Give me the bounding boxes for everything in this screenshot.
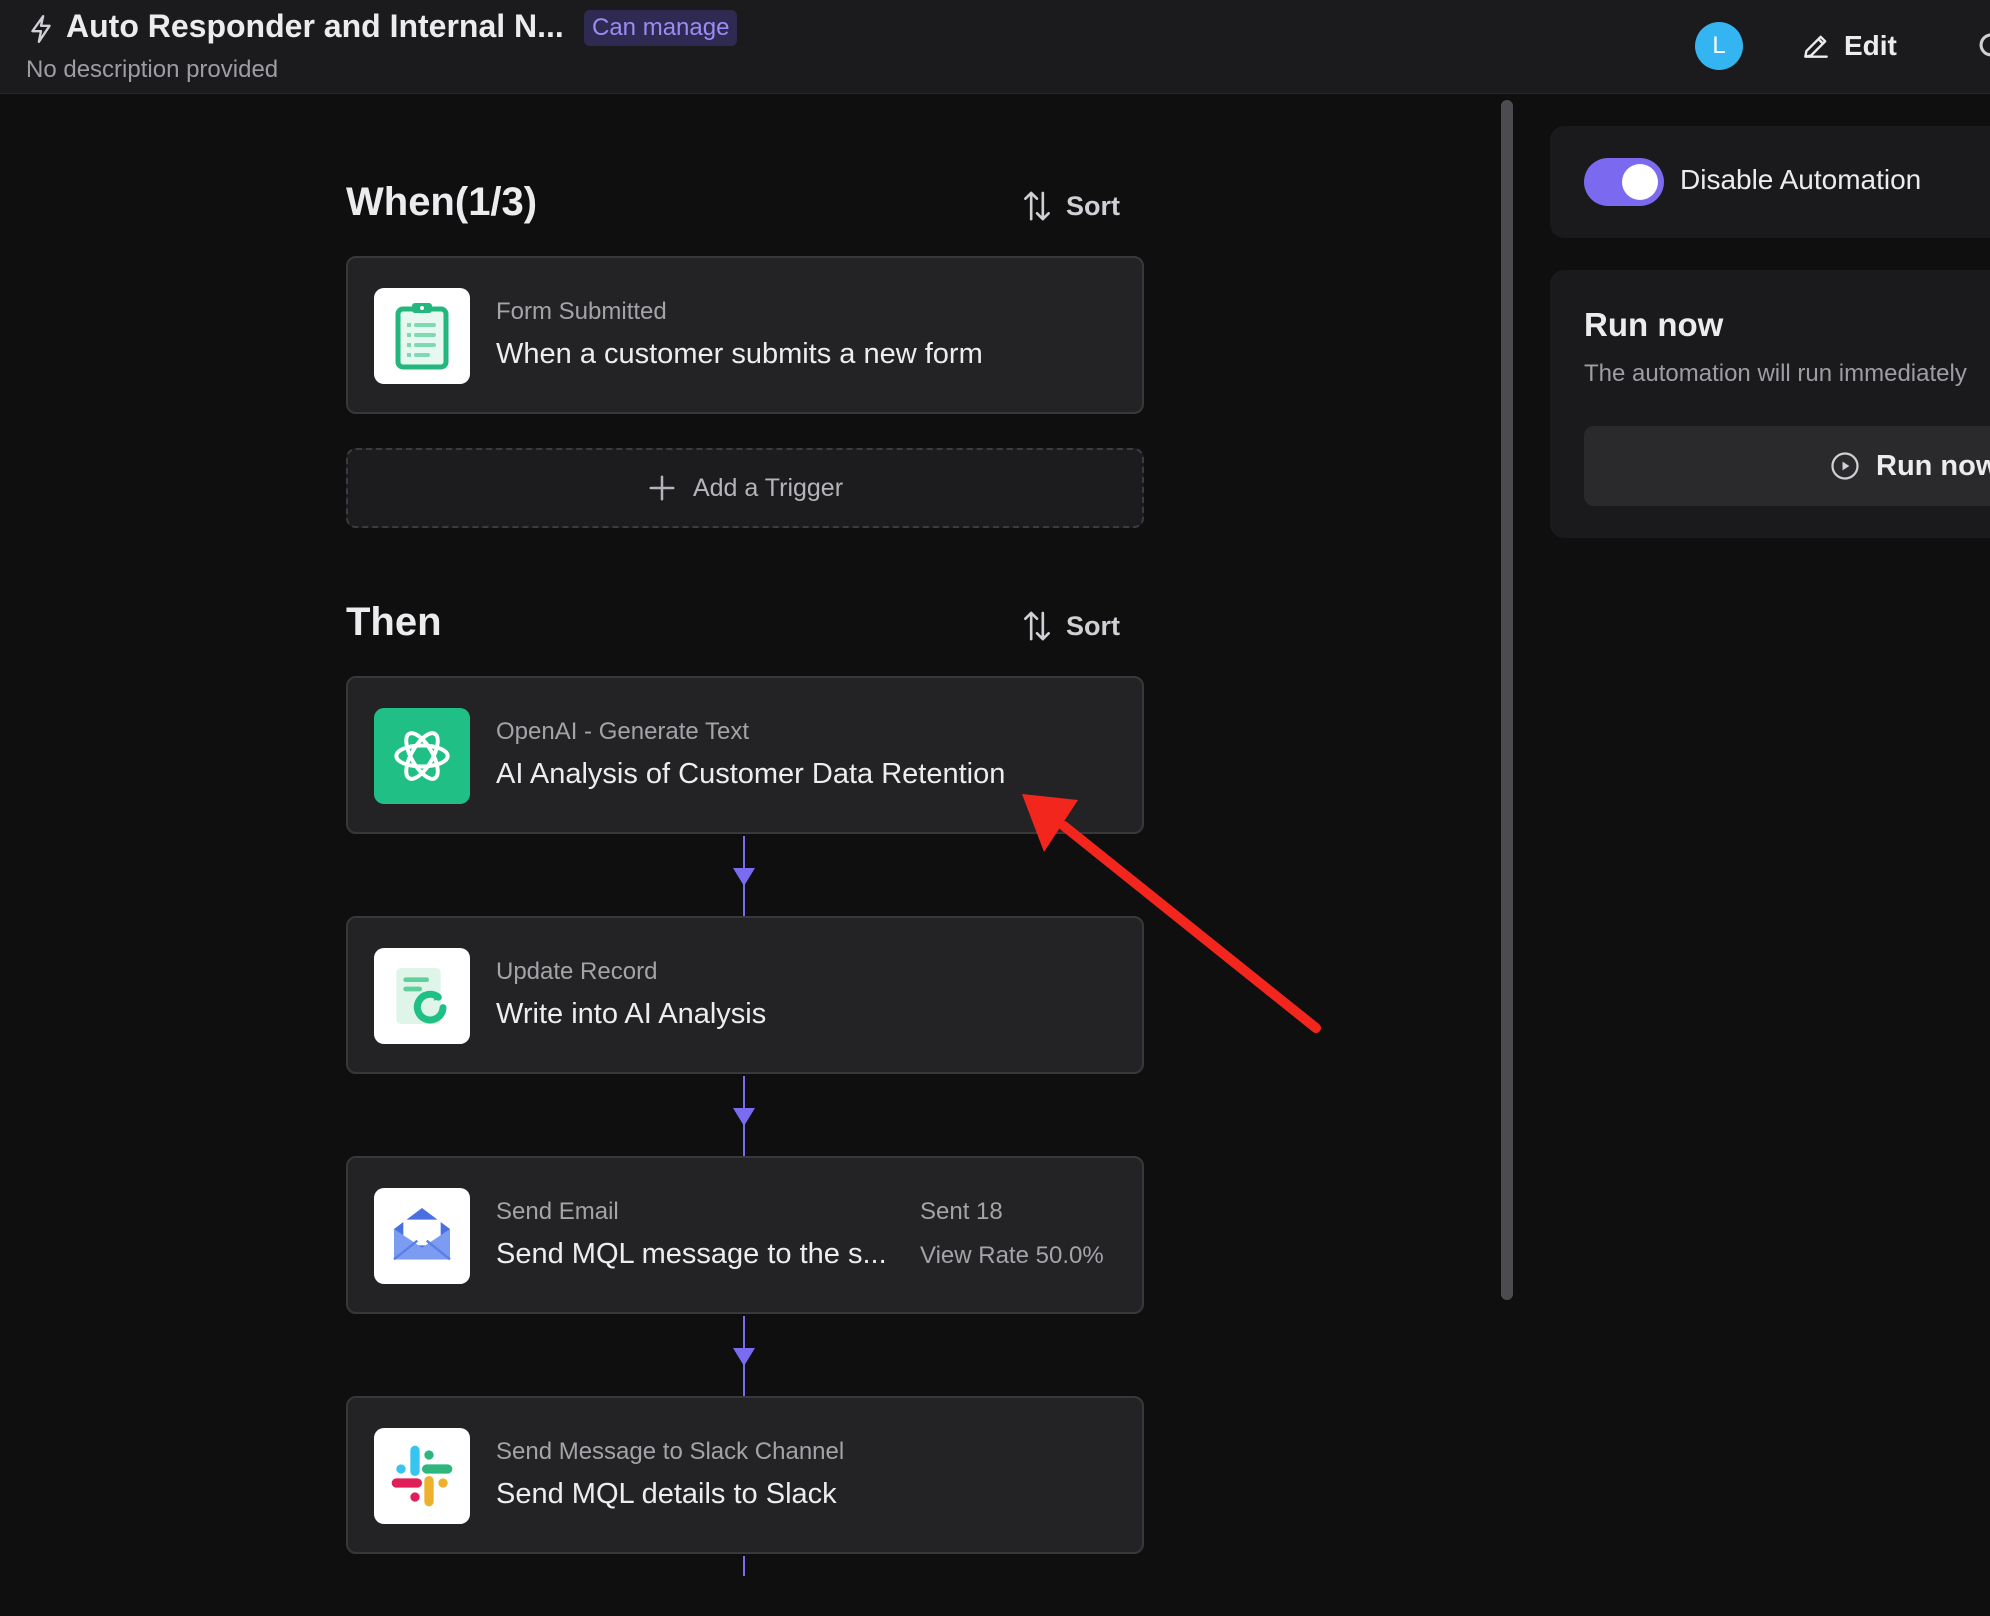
action-icon-container <box>374 708 470 804</box>
trigger-name: When a customer submits a new form <box>496 338 983 370</box>
action-card-slack[interactable]: Send Message to Slack Channel Send MQL d… <box>346 1396 1144 1554</box>
then-section-title: Then <box>346 600 442 644</box>
action-card-openai[interactable]: OpenAI - Generate Text AI Analysis of Cu… <box>346 676 1144 834</box>
clipboard-icon <box>395 303 449 370</box>
openai-icon <box>394 731 450 781</box>
trigger-icon-container <box>374 288 470 384</box>
run-now-button[interactable]: Run now <box>1584 426 1990 506</box>
refresh-icon[interactable] <box>1974 28 1990 62</box>
automation-description[interactable]: No description provided <box>26 56 278 84</box>
sort-label: Sort <box>1066 610 1120 641</box>
action-name: Send MQL message to the s... <box>496 1238 887 1270</box>
edit-button-label: Edit <box>1844 30 1897 61</box>
action-type-label: Send Email <box>496 1198 619 1225</box>
pencil-icon <box>1804 35 1828 58</box>
edit-button[interactable]: Edit <box>1800 26 1897 66</box>
plus-icon <box>649 475 675 501</box>
disable-automation-panel: Disable Automation <box>1550 126 1990 238</box>
action-name: Send MQL details to Slack <box>496 1478 837 1510</box>
action-type-label: Update Record <box>496 958 658 985</box>
action-icon-container <box>374 948 470 1044</box>
sort-icon <box>1024 191 1050 221</box>
action-card-send-email[interactable]: Send Email Send MQL message to the s... … <box>346 1156 1144 1314</box>
action-type-label: OpenAI - Generate Text <box>496 718 750 745</box>
avatar[interactable]: L <box>1695 22 1743 70</box>
toggle-knob <box>1622 164 1658 200</box>
action-icon-container <box>374 1188 470 1284</box>
action-name: Write into AI Analysis <box>496 998 767 1030</box>
when-section-title: When(1/3) <box>346 180 538 224</box>
bolt-icon <box>31 14 51 44</box>
run-now-description: The automation will run immediately <box>1584 360 1967 387</box>
header-bar: Auto Responder and Internal N... Can man… <box>0 0 1990 94</box>
email-icon <box>393 1208 451 1261</box>
sent-count: Sent 18 <box>920 1198 1003 1225</box>
flow-arrow-icon <box>733 1108 755 1126</box>
scrollbar-thumb[interactable] <box>1501 100 1513 1300</box>
action-type-label: Send Message to Slack Channel <box>496 1438 845 1465</box>
flow-arrow-icon <box>733 1348 755 1366</box>
action-name: AI Analysis of Customer Data Retention <box>496 758 1006 790</box>
trigger-card-form-submitted[interactable]: Form Submitted When a customer submits a… <box>346 256 1144 414</box>
action-icon-container <box>374 1428 470 1524</box>
update-record-icon <box>396 968 447 1024</box>
run-now-title: Run now <box>1584 306 1724 343</box>
add-trigger-button[interactable]: Add a Trigger <box>346 448 1144 528</box>
disable-automation-toggle[interactable] <box>1584 158 1664 206</box>
play-circle-icon <box>1831 452 1859 480</box>
view-rate: View Rate 50.0% <box>920 1242 1104 1269</box>
sort-label: Sort <box>1066 190 1120 221</box>
flow-arrow-icon <box>733 868 755 886</box>
then-sort-button[interactable]: Sort <box>1022 610 1120 642</box>
run-now-panel: Run now The automation will run immediat… <box>1550 270 1990 538</box>
permission-badge: Can manage <box>584 10 738 46</box>
sort-icon <box>1024 611 1050 641</box>
flow-connector <box>743 1556 745 1576</box>
automation-title[interactable]: Auto Responder and Internal N... <box>66 8 564 45</box>
disable-automation-label: Disable Automation <box>1680 164 1922 195</box>
main-scrollbar[interactable] <box>1501 100 1513 1300</box>
action-card-update-record[interactable]: Update Record Write into AI Analysis <box>346 916 1144 1074</box>
when-sort-button[interactable]: Sort <box>1022 190 1120 222</box>
trigger-type-label: Form Submitted <box>496 298 667 325</box>
add-trigger-label: Add a Trigger <box>692 473 844 502</box>
run-now-button-label: Run now <box>1876 449 1990 482</box>
slack-icon <box>391 1445 453 1507</box>
